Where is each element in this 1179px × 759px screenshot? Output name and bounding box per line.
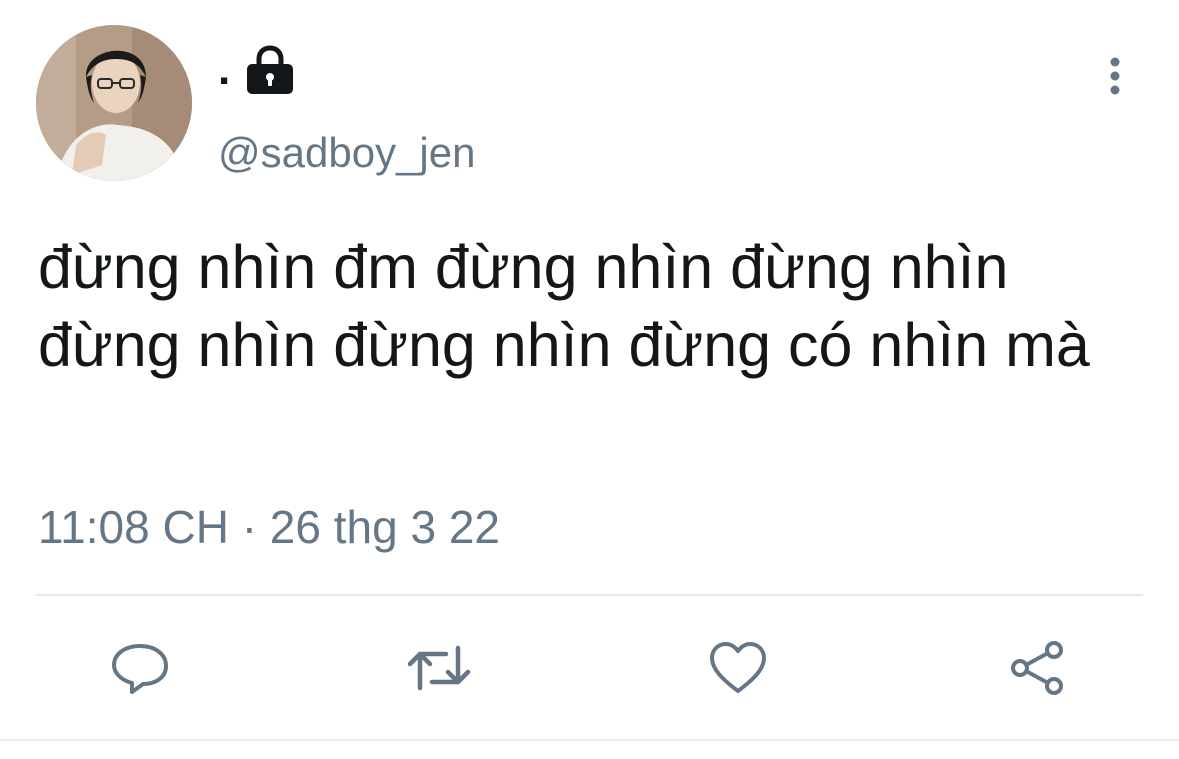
heart-icon xyxy=(710,642,766,693)
avatar[interactable] xyxy=(36,25,192,181)
action-bar xyxy=(0,632,1179,704)
display-name-text: . xyxy=(218,45,231,94)
tweet-text: đừng nhìn đm đừng nhìn đừng nhìn đừng nh… xyxy=(38,233,1090,379)
reply-icon xyxy=(112,644,168,694)
like-button[interactable] xyxy=(702,632,774,704)
avatar-image xyxy=(36,25,192,181)
author-display-name[interactable]: . xyxy=(218,42,296,98)
reply-button[interactable] xyxy=(104,632,176,704)
retweet-icon xyxy=(407,645,471,691)
divider xyxy=(36,594,1143,596)
bottom-divider xyxy=(0,739,1179,741)
author-handle[interactable]: @sadboy_jen xyxy=(218,128,475,178)
lock-icon xyxy=(247,45,294,94)
share-button[interactable] xyxy=(1001,632,1073,704)
retweet-button[interactable] xyxy=(403,632,475,704)
more-options-button[interactable] xyxy=(1096,52,1134,100)
share-icon xyxy=(1011,641,1063,695)
tweet: . @sadboy_jen đừng nhìn đm đừng nhìn đừn… xyxy=(0,0,1179,759)
more-vertical-icon xyxy=(1110,57,1120,95)
tweet-timestamp[interactable]: 11:08 CH · 26 thg 3 22 xyxy=(38,500,500,555)
